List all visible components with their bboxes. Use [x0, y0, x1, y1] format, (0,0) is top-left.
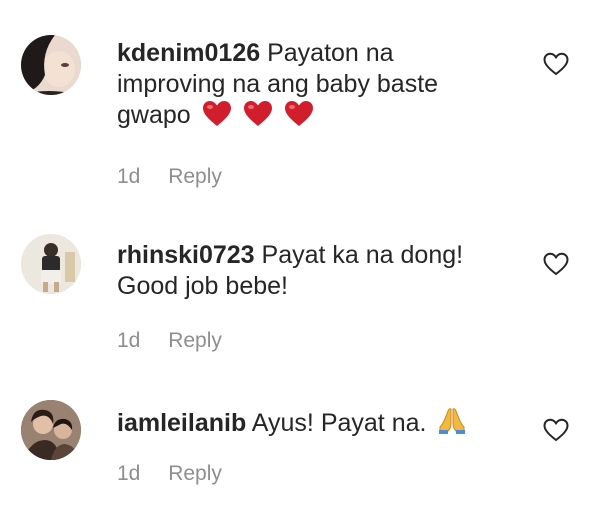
reply-button[interactable]: Reply — [168, 329, 222, 352]
comment-body: rhinski0723 Payat ka na dong! Good job b… — [117, 240, 497, 302]
red-heart-emoji-icon — [243, 101, 272, 126]
comment-item: iamleilanib Ayus! Payat na. 1d Reply — [0, 370, 600, 521]
reply-button[interactable]: Reply — [168, 462, 222, 485]
comment-item: kdenim0126 Payaton na improving na ang b… — [0, 0, 600, 200]
heart-outline-icon — [543, 418, 569, 442]
comment-item: rhinski0723 Payat ka na dong! Good job b… — [0, 200, 600, 370]
comment-body: iamleilanib Ayus! Payat na. — [117, 405, 497, 443]
red-heart-emoji-icon — [202, 101, 231, 126]
comment-text: Ayus! Payat na. — [251, 409, 427, 437]
heart-outline-icon — [543, 52, 569, 76]
comment-body: kdenim0126 Payaton na improving na ang b… — [117, 38, 497, 135]
username[interactable]: kdenim0126 — [117, 39, 260, 67]
avatar[interactable] — [21, 400, 81, 460]
comment-meta: 1d Reply — [117, 462, 222, 486]
heart-outline-icon — [543, 252, 569, 276]
avatar[interactable] — [21, 35, 81, 95]
like-button[interactable] — [543, 418, 569, 442]
red-heart-emoji-icon — [284, 101, 313, 126]
avatar[interactable] — [21, 234, 81, 294]
username[interactable]: rhinski0723 — [117, 241, 255, 269]
comment-time: 1d — [117, 329, 141, 352]
like-button[interactable] — [543, 52, 569, 76]
username[interactable]: iamleilanib — [117, 409, 246, 437]
heart-emoji-group — [198, 100, 314, 135]
comment-time: 1d — [117, 462, 141, 485]
comment-meta: 1d Reply — [117, 329, 222, 353]
comment-meta: 1d Reply — [117, 165, 222, 189]
folded-hands-emoji-icon — [437, 405, 467, 443]
reply-button[interactable]: Reply — [168, 165, 222, 188]
like-button[interactable] — [543, 252, 569, 276]
comment-time: 1d — [117, 165, 141, 188]
